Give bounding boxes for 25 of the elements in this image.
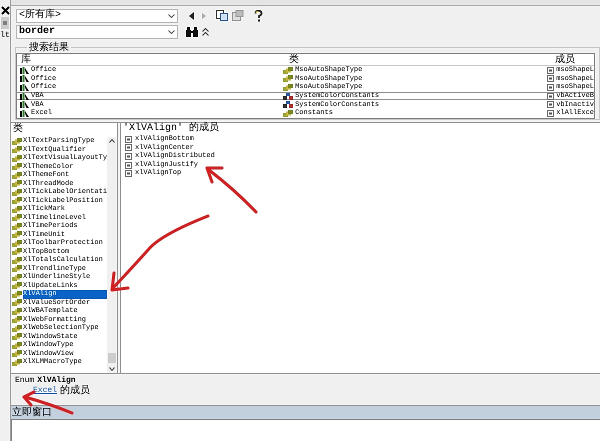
scrollbar-thumb[interactable]	[108, 353, 116, 363]
copy-icon[interactable]	[216, 10, 228, 21]
help-icon[interactable]	[254, 10, 263, 22]
library-dropdown[interactable]: <所有库>	[16, 8, 178, 22]
scroll-down-icon[interactable]	[109, 367, 115, 371]
chevron-icon	[168, 30, 175, 34]
scrollbar[interactable]	[107, 137, 117, 373]
members-header: 'XlVAlign' 的成员	[123, 123, 220, 134]
column-header[interactable]: 类	[285, 54, 553, 65]
search-field[interactable]: border	[16, 24, 178, 38]
immediate-window-titlebar: 立即窗口	[11, 406, 600, 420]
binoculars-icon[interactable]	[186, 26, 198, 36]
list-header: 类	[12, 123, 24, 136]
side-label: lt	[0, 31, 10, 40]
scroll-up-icon[interactable]	[109, 139, 115, 143]
group-title: 搜索结果	[27, 42, 71, 53]
back-icon[interactable]	[188, 12, 196, 20]
scroll-handle-icon[interactable]	[1, 17, 9, 29]
details-keyword: Enum	[15, 376, 34, 385]
column-header[interactable]: 成员	[553, 54, 594, 65]
details-name: XlVAlign	[37, 376, 76, 385]
collapse-icon[interactable]	[202, 28, 209, 36]
chevron-icon	[168, 14, 175, 18]
details-suffix: 的成员	[60, 385, 90, 396]
close-icon[interactable]	[0, 6, 10, 15]
